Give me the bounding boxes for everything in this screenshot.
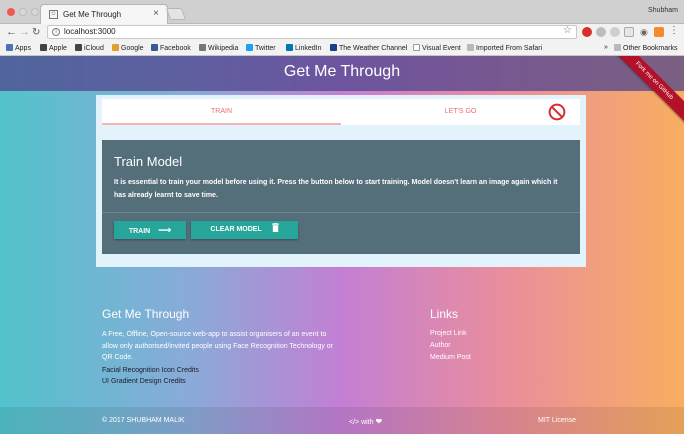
linkedin-icon (286, 44, 293, 51)
url-text[interactable]: localhost:3000 (64, 27, 116, 36)
train-panel: Train Model It is essential to train you… (102, 140, 580, 254)
extension-icon[interactable] (596, 27, 606, 37)
app-navbar: Get Me Through (0, 56, 684, 91)
bookmark-weather-channel[interactable]: The Weather Channel (330, 44, 407, 52)
copyright-text: © 2017 SHUBHAM MALIK (102, 417, 185, 424)
apps-grid-icon (6, 44, 13, 51)
brand-logo[interactable]: Get Me Through (0, 63, 684, 81)
forward-arrow-icon[interactable]: → (19, 25, 30, 40)
panel-description: It is essential to train your model befo… (114, 179, 558, 199)
new-tab-button[interactable] (165, 8, 187, 20)
credit-link-icon[interactable]: Facial Recognition Icon Credits (102, 365, 199, 377)
profile-name[interactable]: Shubham (648, 7, 678, 14)
links-title: Links (430, 307, 459, 321)
browser-toolbar: ← → ↻ i localhost:3000 ☆ ◉ ⋮ (0, 24, 684, 41)
apple-icon (75, 44, 82, 51)
license-link[interactable]: MIT License (538, 417, 576, 424)
twitter-icon (246, 44, 253, 51)
wikipedia-icon (199, 44, 206, 51)
close-window-button[interactable] (7, 8, 15, 16)
footer-bar: © 2017 SHUBHAM MALIK </> with ❤ MIT Lice… (0, 407, 684, 434)
tab-bar: ☺ Get Me Through × Shubham (0, 0, 684, 24)
adblock-extension-icon[interactable] (582, 27, 592, 37)
clear-model-button[interactable]: CLEAR MODEL (191, 221, 298, 239)
page-body: Get Me Through Fork me on GitHub TRAIN L… (0, 56, 684, 434)
favicon-icon: ☺ (49, 10, 58, 19)
bookmark-icloud[interactable]: iCloud (75, 44, 104, 52)
bookmark-google[interactable]: Google (112, 44, 144, 52)
extension-icon[interactable] (610, 27, 620, 37)
folder-icon (467, 44, 474, 51)
extension-icon[interactable] (624, 27, 634, 37)
bookmark-apple[interactable]: Apple (40, 44, 67, 52)
tab-train[interactable]: TRAIN (102, 99, 341, 125)
maximize-window-button[interactable] (31, 8, 39, 16)
folder-icon (614, 44, 621, 51)
extension-icon[interactable] (654, 27, 664, 37)
heart-icon: ❤ (375, 417, 383, 426)
bookmark-visual-event[interactable]: Visual Event (413, 44, 461, 52)
bookmarks-bar: Apps Apple iCloud Google Facebook Wikipe… (0, 41, 684, 56)
eye-extension-icon[interactable]: ◉ (640, 27, 650, 37)
credit-link-gradient[interactable]: UI Gradient Design Credits (102, 376, 186, 388)
bookmark-wikipedia[interactable]: Wikipedia (199, 44, 238, 52)
author-link[interactable]: Author (430, 342, 451, 349)
tab-title: Get Me Through (63, 10, 122, 19)
bookmark-apps[interactable]: Apps (6, 44, 31, 52)
facebook-icon (151, 44, 158, 51)
bookmark-facebook[interactable]: Facebook (151, 44, 191, 52)
other-bookmarks[interactable]: Other Bookmarks (614, 44, 677, 52)
apple-icon (40, 44, 47, 51)
mode-tabs: TRAIN LET'S GO (102, 99, 580, 125)
bookmark-twitter[interactable]: Twitter (246, 44, 276, 52)
tab-lets-go[interactable]: LET'S GO (341, 99, 580, 125)
google-icon (112, 44, 119, 51)
bookmark-linkedin[interactable]: LinkedIn (286, 44, 321, 52)
back-arrow-icon[interactable]: ← (6, 25, 17, 40)
footer-title: Get Me Through (102, 307, 190, 321)
project-link[interactable]: Project Link (430, 330, 467, 337)
bookmark-imported-safari[interactable]: Imported From Safari (467, 44, 542, 52)
browser-tab[interactable]: ☺ Get Me Through × (40, 4, 168, 24)
divider (102, 212, 580, 213)
train-button[interactable]: TRAIN ⟶ (114, 221, 186, 239)
made-with-text: </> with ❤ (349, 417, 383, 426)
close-tab-icon[interactable]: × (153, 8, 159, 19)
minimize-window-button[interactable] (19, 8, 27, 16)
no-entry-icon[interactable] (548, 103, 566, 121)
arrow-right-icon: ⟶ (158, 225, 172, 235)
info-icon[interactable]: i (52, 28, 60, 36)
browser-menu-icon[interactable]: ⋮ (669, 25, 679, 36)
reload-icon[interactable]: ↻ (32, 25, 40, 40)
main-card: TRAIN LET'S GO Train Model It is essenti… (96, 95, 586, 267)
medium-post-link[interactable]: Medium Post (430, 354, 471, 361)
bookmarks-overflow[interactable]: » (604, 44, 608, 51)
weather-icon (330, 44, 337, 51)
trash-icon (271, 223, 279, 232)
bookmark-star-icon[interactable]: ☆ (563, 25, 572, 36)
address-bar[interactable]: i localhost:3000 ☆ (47, 25, 577, 39)
browser-chrome: ☺ Get Me Through × Shubham ← → ↻ i local… (0, 0, 684, 56)
page-icon (413, 44, 420, 51)
footer-description: A Free, Offline, Open-source web-app to … (102, 331, 334, 361)
panel-title: Train Model (114, 154, 183, 169)
